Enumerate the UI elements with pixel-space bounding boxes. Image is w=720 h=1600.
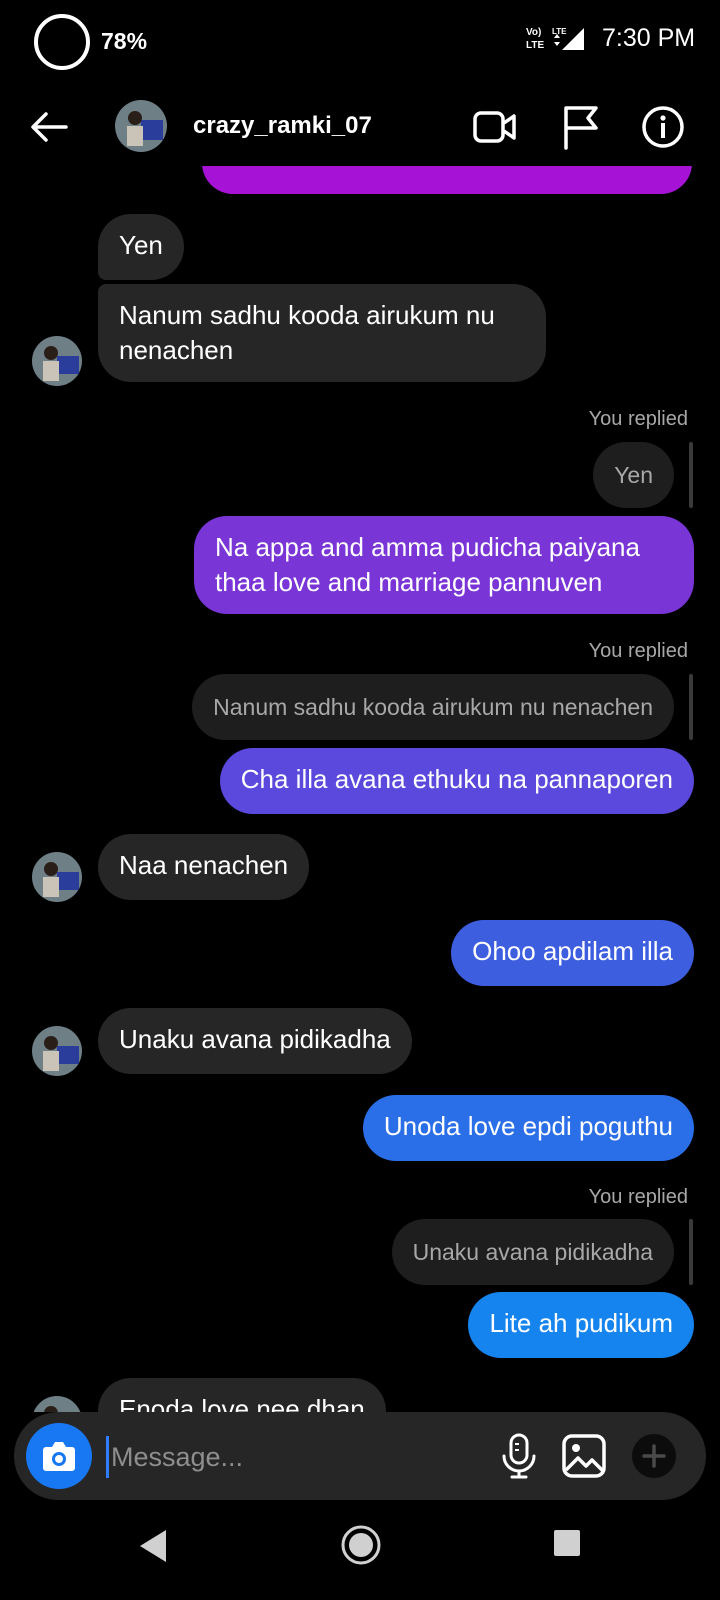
message-text: thaa love and marriage pannuven	[215, 567, 603, 597]
sender-avatar[interactable]	[32, 1026, 82, 1076]
message-bubble-sent[interactable]: Cha illa avana ethuku na pannaporen	[219, 748, 694, 814]
message-composer	[14, 1412, 706, 1500]
camera-icon	[43, 1442, 75, 1471]
message-thread: Yen Nanum sadhu kooda airukum nu nenache…	[0, 0, 720, 1412]
message-text: Naa nenachen	[119, 850, 289, 880]
message-text: Unoda love epdi poguthu	[383, 1111, 673, 1141]
quoted-message[interactable]: Yen	[593, 442, 674, 508]
message-text: Lite ah pudikum	[489, 1308, 673, 1338]
message-bubble-received[interactable]: Yen	[98, 214, 184, 280]
message-bubble-sent[interactable]: Unoda love epdi poguthu	[362, 1095, 694, 1161]
you-replied-label: You replied	[588, 1186, 688, 1208]
you-replied-label: You replied	[588, 640, 688, 662]
you-replied-label: You replied	[588, 408, 688, 430]
sender-avatar[interactable]	[32, 852, 82, 902]
quoted-message[interactable]: Nanum sadhu kooda airukum nu nenachen	[192, 674, 674, 740]
quoted-text: Yen	[614, 462, 653, 488]
reply-quote-bar	[689, 1219, 693, 1285]
message-text: Na appa and amma pudicha paiyana	[215, 532, 640, 562]
sender-avatar[interactable]	[32, 1396, 82, 1412]
nav-back-icon[interactable]	[134, 1526, 174, 1566]
chat-username[interactable]: crazy_ramki_07	[193, 112, 372, 140]
nav-recents-icon[interactable]	[552, 1528, 582, 1558]
message-bubble-received[interactable]: Enoda love nee dhan	[98, 1378, 386, 1412]
reply-quote-bar	[689, 442, 693, 508]
message-text: nenachen	[119, 335, 234, 365]
reply-quote-bar	[689, 674, 693, 740]
message-text: Ohoo apdilam illa	[472, 936, 673, 966]
chat-header: crazy_ramki_07	[0, 86, 720, 166]
message-text: Yen	[119, 230, 163, 260]
message-input[interactable]	[106, 1436, 493, 1478]
quoted-text: Nanum sadhu kooda airukum nu nenachen	[213, 694, 653, 720]
message-text: Enoda love nee dhan	[119, 1394, 365, 1412]
video-call-icon[interactable]	[472, 104, 518, 150]
more-options-button[interactable]	[632, 1434, 676, 1478]
message-bubble-received[interactable]: Unaku avana pidikadha	[98, 1008, 412, 1074]
camera-button[interactable]	[26, 1423, 92, 1489]
message-bubble-sent[interactable]: Ohoo apdilam illa	[451, 920, 694, 986]
back-arrow-icon[interactable]	[28, 106, 70, 148]
message-bubble-sent[interactable]: Na appa and amma pudicha paiyana thaa lo…	[194, 516, 694, 614]
message-text: Unaku avana pidikadha	[119, 1024, 391, 1054]
gallery-icon[interactable]	[560, 1432, 608, 1480]
message-text: Nanum sadhu kooda airukum nu	[119, 300, 495, 330]
quoted-text: Unaku avana pidikadha	[412, 1239, 653, 1265]
info-icon[interactable]	[640, 104, 686, 150]
message-bubble-received[interactable]: Naa nenachen	[98, 834, 310, 900]
message-text: Cha illa avana ethuku na pannaporen	[240, 764, 673, 794]
nav-home-icon[interactable]	[340, 1524, 382, 1566]
plus-icon	[642, 1444, 666, 1468]
microphone-icon[interactable]	[496, 1432, 542, 1480]
quoted-message[interactable]: Unaku avana pidikadha	[391, 1219, 674, 1285]
header-avatar[interactable]	[115, 100, 167, 152]
flag-icon[interactable]	[560, 104, 602, 150]
message-bubble-sent[interactable]: Lite ah pudikum	[468, 1292, 694, 1358]
sender-avatar[interactable]	[32, 336, 82, 386]
system-navigation-bar	[0, 1500, 720, 1600]
message-bubble-received[interactable]: Nanum sadhu kooda airukum nu nenachen	[98, 284, 546, 382]
